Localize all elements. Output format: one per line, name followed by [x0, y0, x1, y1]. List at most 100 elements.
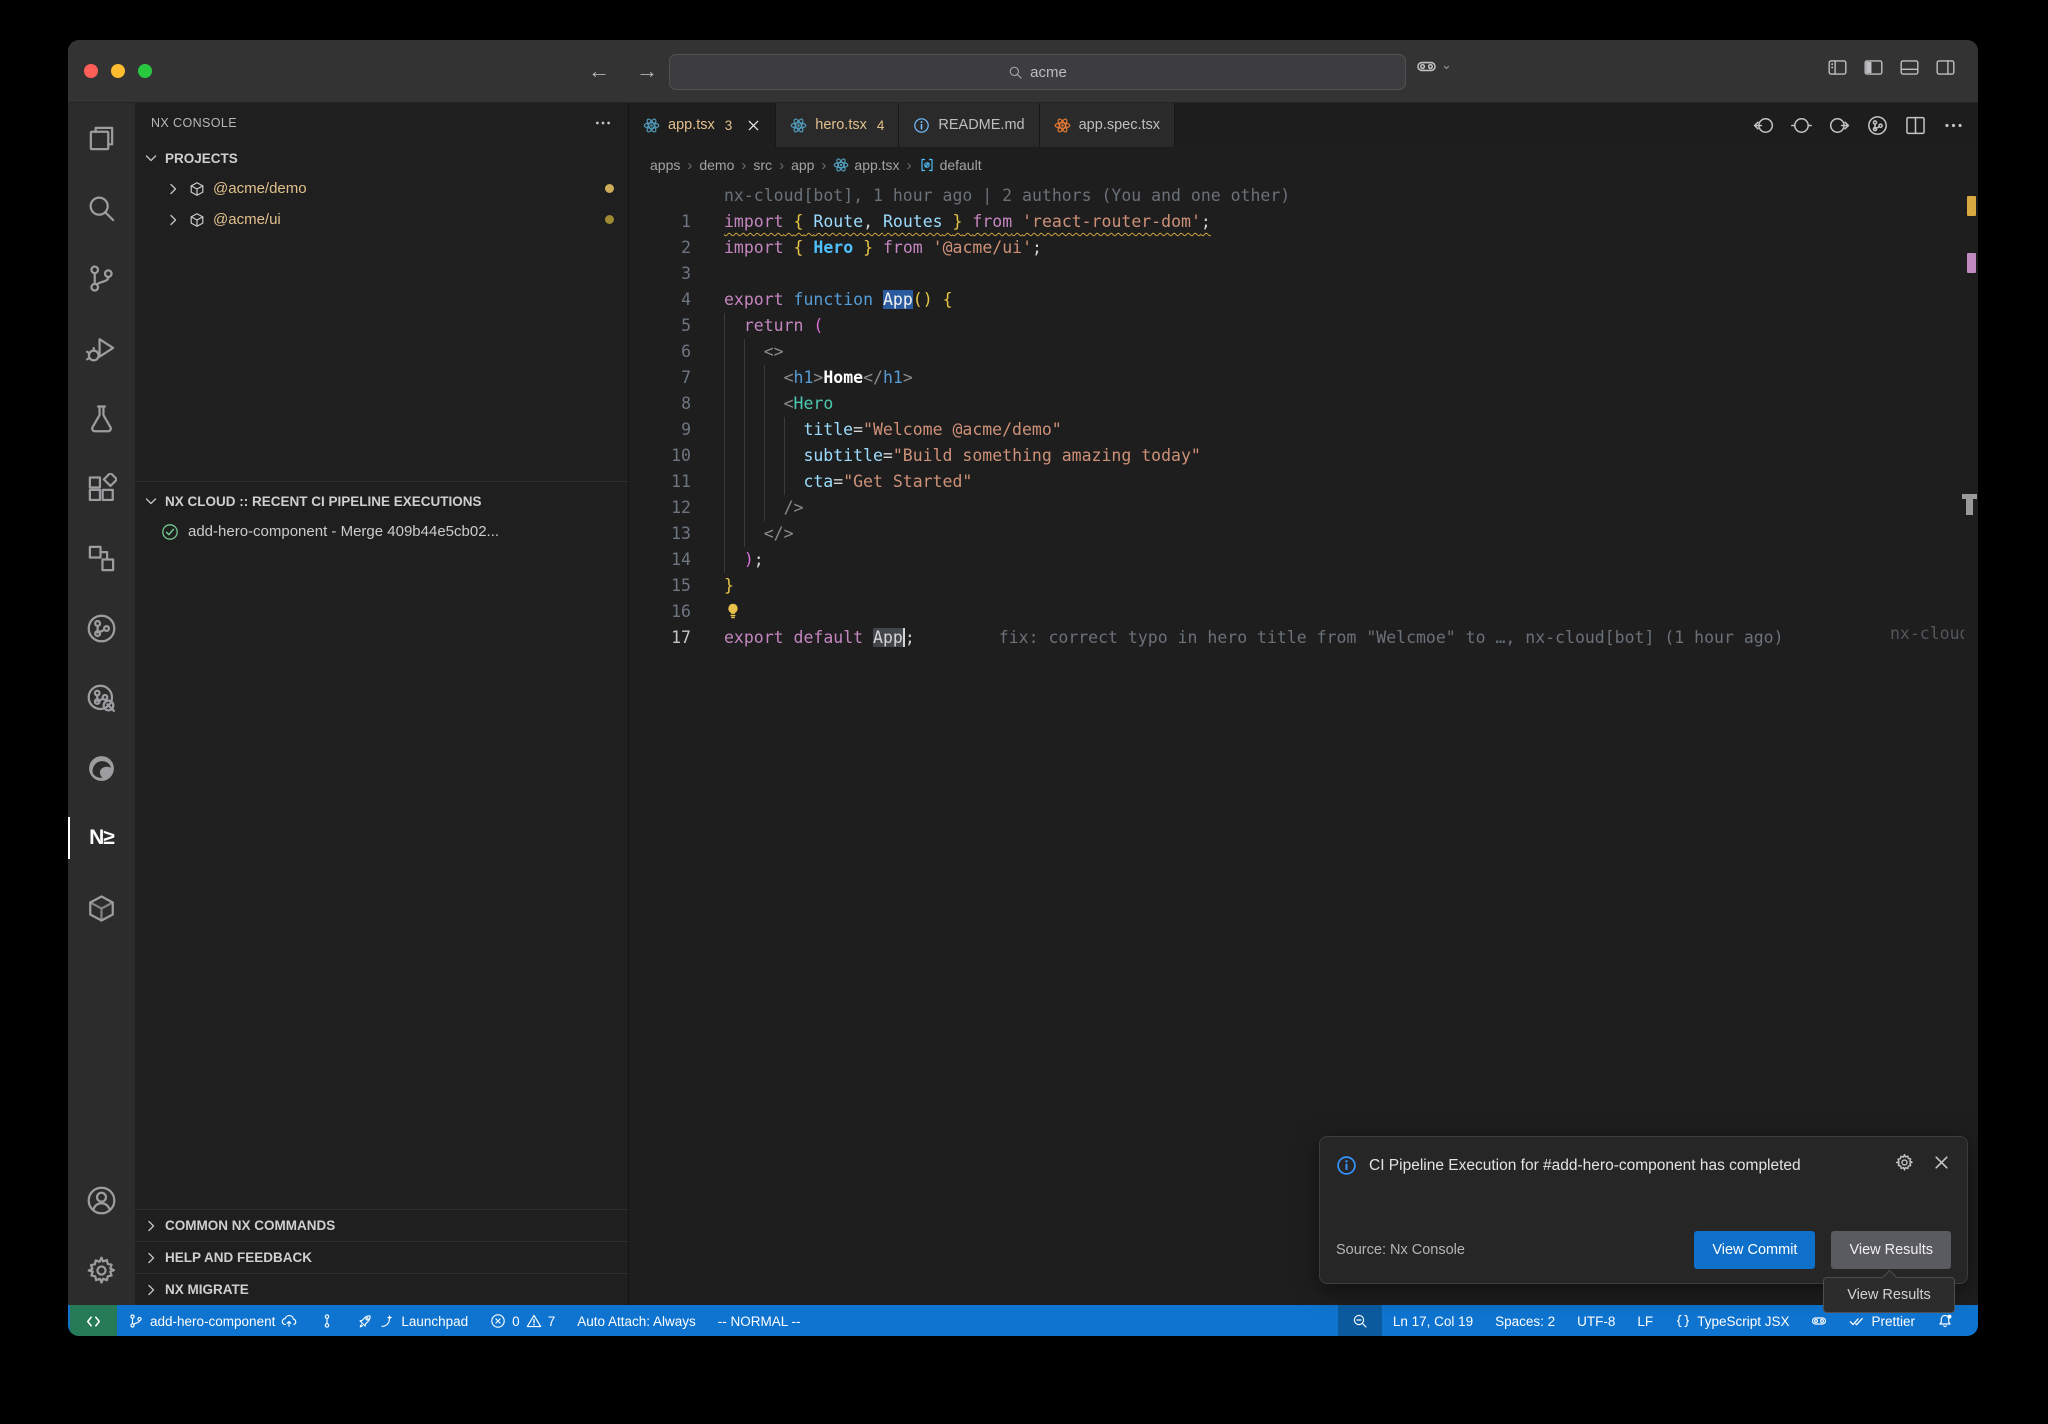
pipeline-execution-item[interactable]: add-hero-component - Merge 409b44e5cb02.…: [135, 516, 628, 547]
code-line[interactable]: 1import { Route, Routes } from 'react-ro…: [629, 209, 1978, 235]
breadcrumb-item-demo[interactable]: demo: [699, 157, 734, 173]
code-line[interactable]: 5 return (: [629, 313, 1978, 339]
extensions-icon: [86, 473, 117, 504]
zoom-indicator[interactable]: [1338, 1305, 1382, 1336]
gitlens-forward-icon[interactable]: [1829, 115, 1850, 136]
customize-layout-icon[interactable]: [1827, 58, 1848, 77]
zoom-window-button[interactable]: [138, 64, 152, 78]
code-line[interactable]: 9 title="Welcome @acme/demo": [629, 417, 1978, 443]
encoding[interactable]: UTF-8: [1566, 1305, 1626, 1336]
code-line[interactable]: 6 <>: [629, 339, 1978, 365]
code-token: }: [953, 212, 963, 231]
problems-indicator[interactable]: 07: [479, 1305, 566, 1336]
project-item-acme-ui[interactable]: @acme/ui: [135, 204, 628, 235]
commit-graph-icon[interactable]: [1867, 115, 1888, 136]
code-line[interactable]: 2import { Hero } from '@acme/ui';: [629, 235, 1978, 261]
code-line[interactable]: 8 <Hero: [629, 391, 1978, 417]
code-line[interactable]: 12 />: [629, 495, 1978, 521]
close-icon[interactable]: [1932, 1153, 1951, 1172]
code-token: [873, 290, 883, 309]
command-center-search[interactable]: acme: [669, 54, 1406, 90]
code-line[interactable]: 16: [629, 599, 1978, 625]
breadcrumb-item-app[interactable]: app: [791, 157, 814, 173]
gitlens-icon[interactable]: [68, 593, 135, 663]
status-text: Ln 17, Col 19: [1393, 1314, 1473, 1329]
gitlens-current-icon[interactable]: [1791, 115, 1812, 136]
lightbulb-icon[interactable]: [724, 602, 742, 620]
code-line[interactable]: 3: [629, 261, 1978, 287]
code-line[interactable]: 14 );: [629, 547, 1978, 573]
tab-label: app.spec.tsx: [1079, 117, 1160, 133]
vim-mode[interactable]: -- NORMAL --: [707, 1305, 812, 1336]
auto-attach[interactable]: Auto Attach: Always: [566, 1305, 707, 1336]
search-icon[interactable]: [68, 173, 135, 243]
section-label: HELP AND FEEDBACK: [165, 1250, 312, 1265]
code-line[interactable]: 4export function App() {: [629, 287, 1978, 313]
status-bar: add-hero-component Launchpad07Auto Attach…: [68, 1305, 1978, 1336]
code-line[interactable]: 15}: [629, 573, 1978, 599]
line-number: 1: [629, 209, 691, 235]
breadcrumb-item-app.tsx[interactable]: app.tsx: [833, 157, 899, 173]
accounts-icon[interactable]: [68, 1165, 135, 1235]
tab-hero.tsx[interactable]: hero.tsx4: [776, 103, 899, 147]
run-debug-icon[interactable]: [68, 313, 135, 383]
notification-settings-gear-icon[interactable]: [1895, 1153, 1914, 1172]
section-help-and-feedback[interactable]: HELP AND FEEDBACK: [135, 1241, 628, 1273]
toggle-secondary-sidebar-icon[interactable]: [1935, 58, 1956, 77]
tab-problem-badge: 4: [877, 118, 885, 133]
breadcrumb-item-src[interactable]: src: [753, 157, 772, 173]
source-control-icon[interactable]: [68, 243, 135, 313]
gitlens-back-icon[interactable]: [1753, 115, 1774, 136]
gitlens-launchpad[interactable]: Launchpad: [346, 1305, 479, 1336]
cursor-position[interactable]: Ln 17, Col 19: [1382, 1305, 1484, 1336]
section-nx-migrate[interactable]: NX MIGRATE: [135, 1273, 628, 1305]
close-tab-icon[interactable]: [746, 118, 761, 133]
toggle-panel-icon[interactable]: [1899, 58, 1920, 77]
remote-targets-icon[interactable]: [68, 523, 135, 593]
remote-indicator[interactable]: [70, 1305, 117, 1336]
testing-icon[interactable]: [68, 383, 135, 453]
settings-gear-icon[interactable]: [68, 1235, 135, 1305]
view-commit-button[interactable]: View Commit: [1694, 1231, 1815, 1269]
split-editor-icon[interactable]: [1905, 115, 1926, 136]
view-results-button[interactable]: View Results: [1831, 1231, 1951, 1269]
explorer-icon[interactable]: [68, 103, 135, 173]
git-branch-indicator[interactable]: add-hero-component: [117, 1305, 308, 1336]
extensions-icon[interactable]: [68, 453, 135, 523]
code-token: ;: [754, 550, 764, 569]
indentation[interactable]: Spaces: 2: [1484, 1305, 1566, 1336]
profile-menu[interactable]: ⌄: [1416, 56, 1452, 77]
nx-console-icon[interactable]: N≥: [68, 803, 135, 873]
tab-app.spec.tsx[interactable]: app.spec.tsx: [1040, 103, 1175, 147]
back-icon[interactable]: ←: [588, 58, 610, 84]
more-actions-icon[interactable]: [594, 114, 612, 132]
project-item-acme-demo[interactable]: @acme/demo: [135, 173, 628, 204]
status-text: UTF-8: [1577, 1314, 1615, 1329]
edge-tools-icon[interactable]: [68, 733, 135, 803]
forward-icon[interactable]: →: [636, 58, 658, 84]
code-line[interactable]: 13 </>: [629, 521, 1978, 547]
breadcrumb-item-apps[interactable]: apps: [650, 157, 680, 173]
code-token: (: [913, 290, 923, 309]
minimize-window-button[interactable]: [111, 64, 125, 78]
section-projects[interactable]: PROJECTS: [135, 143, 628, 173]
code-line[interactable]: 10 subtitle="Build something amazing tod…: [629, 443, 1978, 469]
gitlens-inspect-icon[interactable]: [68, 663, 135, 733]
containers-icon[interactable]: [68, 873, 135, 943]
code-line[interactable]: 17export default App;fix: correct typo i…: [629, 625, 1978, 651]
breadcrumb-item-default[interactable]: default: [919, 157, 982, 173]
code-line[interactable]: 7 <h1>Home</h1>: [629, 365, 1978, 391]
tab-README.md[interactable]: README.md: [899, 103, 1039, 147]
language-mode[interactable]: TypeScript JSX: [1664, 1305, 1800, 1336]
tab-app.tsx[interactable]: app.tsx3: [629, 103, 776, 147]
code-line[interactable]: nx-cloud[bot], 1 hour ago | 2 authors (Y…: [629, 183, 1978, 209]
toggle-primary-sidebar-icon[interactable]: [1863, 58, 1884, 77]
more-actions-icon[interactable]: [1943, 115, 1964, 136]
pipeline-indicator[interactable]: [308, 1305, 346, 1336]
section-common-nx-commands[interactable]: COMMON NX COMMANDS: [135, 1209, 628, 1241]
eol-indicator[interactable]: LF: [1626, 1305, 1664, 1336]
code-line[interactable]: 11 cta="Get Started": [629, 469, 1978, 495]
close-window-button[interactable]: [84, 64, 98, 78]
section-nx-cloud[interactable]: NX CLOUD :: RECENT CI PIPELINE EXECUTION…: [135, 486, 628, 516]
code-token: [784, 628, 794, 647]
